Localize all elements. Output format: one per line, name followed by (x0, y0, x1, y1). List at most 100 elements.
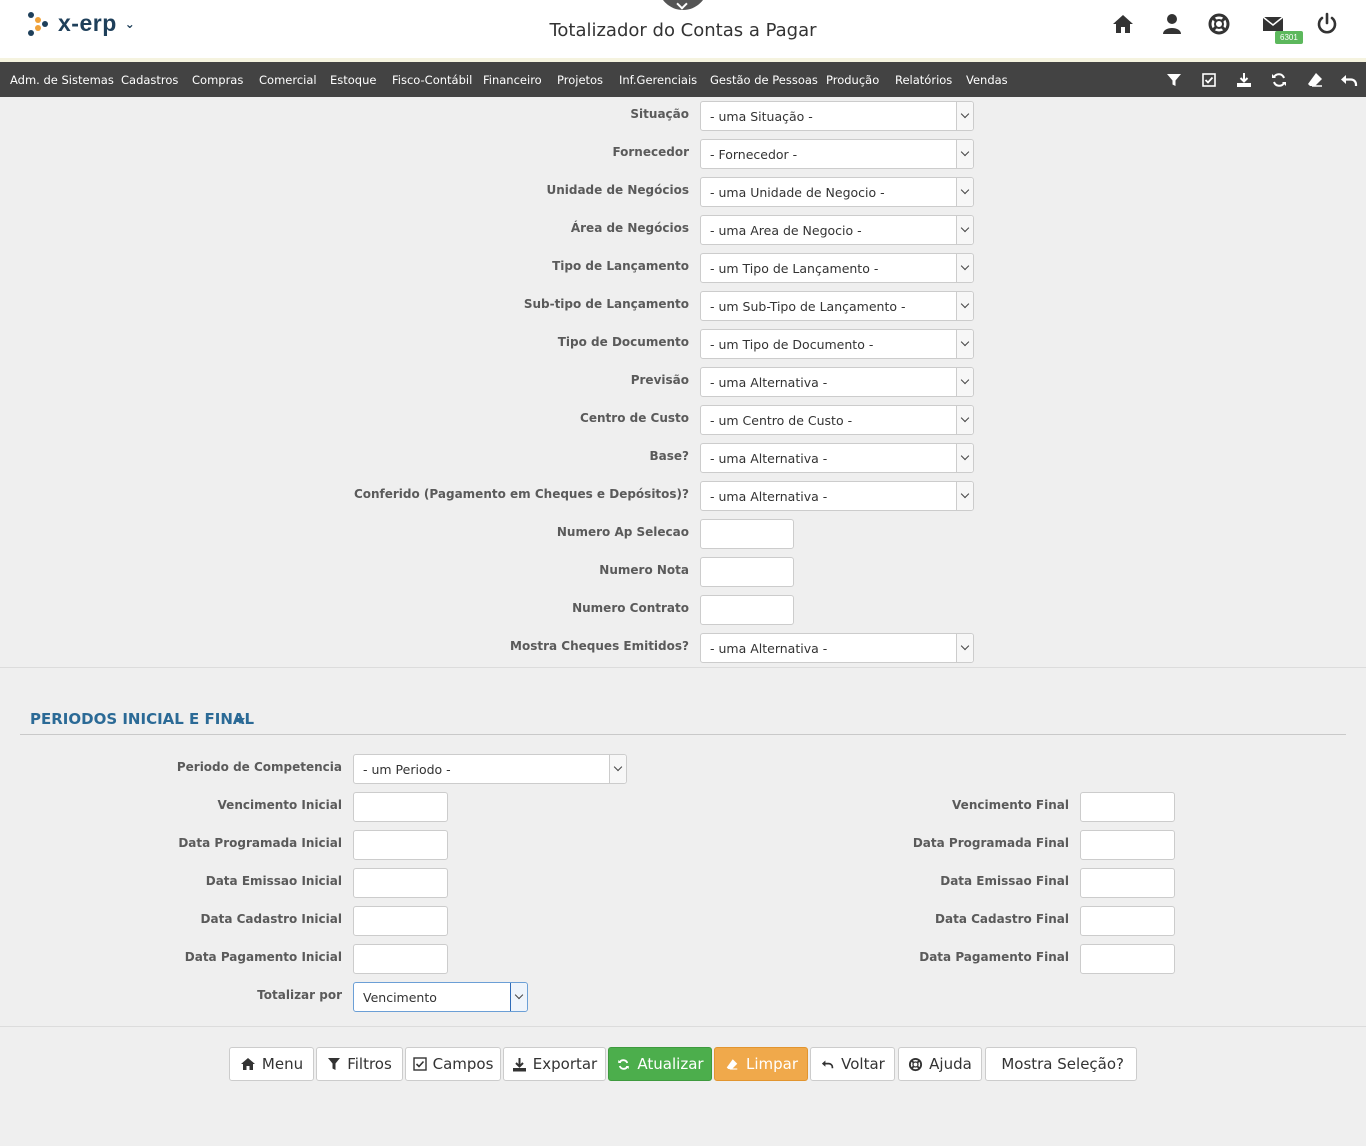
mostra-selecao-button[interactable]: Mostra Seleção? (985, 1047, 1137, 1081)
numero-ap-selecao-label: Numero Ap Selecao (556, 525, 689, 539)
tipo-documento-select[interactable]: - um Tipo de Documento - (700, 329, 974, 359)
refresh-icon (618, 1058, 630, 1070)
tipo-lancamento-select[interactable]: - um Tipo de Lançamento - (700, 253, 974, 283)
checkbox-icon[interactable] (1199, 70, 1219, 90)
row-mostra-cheques: Mostra Cheques Emitidos? (0, 633, 689, 663)
previsao-select[interactable]: - uma Alternativa - (700, 367, 974, 397)
chevron-down-icon (956, 140, 973, 168)
chevron-down-icon (956, 368, 973, 396)
menu-fisco-contabil[interactable]: Fisco-Contábil (392, 73, 472, 87)
atualizar-button[interactable]: Atualizar (608, 1047, 712, 1081)
base-select[interactable]: - uma Alternativa - (700, 443, 974, 473)
voltar-button[interactable]: Voltar (810, 1047, 895, 1081)
data-pagamento-inicial-label: Data Pagamento Inicial (184, 950, 342, 964)
tipo-lancamento-label: Tipo de Lançamento (552, 259, 689, 273)
lifebuoy-icon[interactable] (1207, 12, 1231, 36)
data-cadastro-inicial-label: Data Cadastro Inicial (200, 912, 342, 926)
data-programada-inicial-input[interactable] (353, 830, 448, 860)
vencimento-inicial-input[interactable] (353, 792, 448, 822)
row-periodo-competencia: Periodo de Competencia (0, 754, 342, 784)
chevron-down-icon (510, 983, 527, 1011)
menu-compras[interactable]: Compras (192, 73, 243, 87)
data-programada-final-input[interactable] (1080, 830, 1175, 860)
subtipo-lancamento-select[interactable]: - um Sub-Tipo de Lançamento - (700, 291, 974, 321)
filter-icon[interactable] (1164, 70, 1184, 90)
data-emissao-final-input[interactable] (1080, 868, 1175, 898)
filter-icon (328, 1058, 341, 1070)
user-icon[interactable] (1160, 12, 1184, 36)
periodo-competencia-select[interactable]: - um Periodo - (353, 754, 627, 784)
row-conferido: Conferido (Pagamento em Cheques e Depósi… (0, 481, 689, 511)
unidade-negocios-select[interactable]: - uma Unidade de Negocio - (700, 177, 974, 207)
data-emissao-inicial-input[interactable] (353, 868, 448, 898)
row-data-emissao-final: Data Emissao Final (700, 868, 1069, 898)
numero-contrato-input[interactable] (700, 595, 794, 625)
chevron-down-icon (956, 406, 973, 434)
menu-financeiro[interactable]: Financeiro (483, 73, 542, 87)
data-pagamento-inicial-input[interactable] (353, 944, 448, 974)
home-icon (240, 1058, 255, 1070)
menu-button[interactable]: Menu (229, 1047, 314, 1081)
row-tipo-documento: Tipo de Documento (0, 329, 689, 359)
row-data-programada-inicial: Data Programada Inicial (0, 830, 342, 860)
vencimento-final-input[interactable] (1080, 792, 1175, 822)
periodo-competencia-label: Periodo de Competencia (176, 760, 342, 774)
menu-cadastros[interactable]: Cadastros (121, 73, 178, 87)
situacao-label: Situação (630, 107, 689, 121)
totalizar-por-select[interactable]: Vencimento (353, 982, 528, 1012)
menu-vendas[interactable]: Vendas (966, 73, 1008, 87)
refresh-icon[interactable] (1269, 70, 1289, 90)
home-icon[interactable] (1111, 12, 1135, 36)
eraser-icon[interactable] (1305, 70, 1325, 90)
menu-relatorios[interactable]: Relatórios (895, 73, 952, 87)
data-cadastro-inicial-input[interactable] (353, 906, 448, 936)
caret-down-icon[interactable] (235, 718, 245, 724)
row-subtipo-lancamento: Sub-tipo de Lançamento (0, 291, 689, 321)
ajuda-button[interactable]: Ajuda (898, 1047, 982, 1081)
exportar-button[interactable]: Exportar (503, 1047, 606, 1081)
menu-gestao-pessoas[interactable]: Gestão de Pessoas (710, 73, 818, 87)
buttons-divider (0, 1026, 1366, 1027)
data-pagamento-final-input[interactable] (1080, 944, 1175, 974)
data-emissao-inicial-label: Data Emissao Inicial (205, 874, 342, 888)
periods-section-title[interactable]: PERIODOS INICIAL E FINAL (30, 710, 254, 728)
chevron-down-icon (956, 254, 973, 282)
chevron-down-icon (956, 216, 973, 244)
conferido-select[interactable]: - uma Alternativa - (700, 481, 974, 511)
row-numero-nota: Numero Nota (0, 557, 689, 587)
totalizar-por-label: Totalizar por (257, 988, 342, 1002)
numero-nota-input[interactable] (700, 557, 794, 587)
menu-producao[interactable]: Produção (826, 73, 879, 87)
row-data-cadastro-inicial: Data Cadastro Inicial (0, 906, 342, 936)
data-emissao-final-label: Data Emissao Final (940, 874, 1069, 888)
centro-custo-select[interactable]: - um Centro de Custo - (700, 405, 974, 435)
app-logo[interactable]: x-erp ⌄ (28, 10, 135, 37)
filtros-button[interactable]: Filtros (316, 1047, 403, 1081)
row-numero-contrato: Numero Contrato (0, 595, 689, 625)
numero-ap-selecao-input[interactable] (700, 519, 794, 549)
data-cadastro-final-label: Data Cadastro Final (935, 912, 1069, 926)
chevron-down-icon (956, 444, 973, 472)
centro-custo-label: Centro de Custo (580, 411, 689, 425)
power-icon[interactable] (1315, 12, 1339, 36)
chevron-down-icon: ⌄ (124, 16, 135, 31)
menu-estoque[interactable]: Estoque (330, 73, 376, 87)
menu-projetos[interactable]: Projetos (557, 73, 603, 87)
limpar-button[interactable]: Limpar (714, 1047, 808, 1081)
menu-inf-gerenciais[interactable]: Inf.Gerenciais (619, 73, 697, 87)
fornecedor-label: Fornecedor (612, 145, 689, 159)
collapse-header-toggle[interactable] (658, 0, 708, 10)
menu-comercial[interactable]: Comercial (259, 73, 317, 87)
situacao-select[interactable]: - uma Situação - (700, 101, 974, 131)
campos-button[interactable]: Campos (405, 1047, 501, 1081)
row-data-cadastro-final: Data Cadastro Final (700, 906, 1069, 936)
fornecedor-select[interactable]: - Fornecedor - (700, 139, 974, 169)
download-icon[interactable] (1234, 70, 1254, 90)
data-cadastro-final-input[interactable] (1080, 906, 1175, 936)
mostra-cheques-select[interactable]: - uma Alternativa - (700, 633, 974, 663)
row-tipo-lancamento: Tipo de Lançamento (0, 253, 689, 283)
area-negocios-select[interactable]: - uma Area de Negocio - (700, 215, 974, 245)
menu-adm-sistemas[interactable]: Adm. de Sistemas (10, 73, 114, 87)
undo-icon[interactable] (1339, 70, 1359, 90)
row-totalizar-por: Totalizar por (0, 982, 342, 1012)
